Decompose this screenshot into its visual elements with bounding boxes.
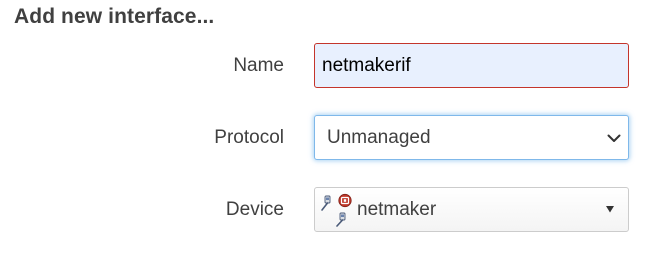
protocol-select[interactable]: Unmanaged <box>314 115 629 160</box>
caret-down-icon <box>606 206 614 213</box>
protocol-selected-value: Unmanaged <box>327 126 431 148</box>
dialog-title: Add new interface... <box>14 5 215 28</box>
device-label: Device <box>225 199 284 220</box>
device-dropdown[interactable]: netmaker <box>314 187 629 232</box>
name-input[interactable] <box>314 43 629 88</box>
name-label: Name <box>233 55 284 76</box>
device-selected-value: netmaker <box>357 198 437 220</box>
protocol-label: Protocol <box>214 127 284 148</box>
chevron-down-icon <box>607 134 621 142</box>
network-device-disabled-icon <box>321 193 352 227</box>
